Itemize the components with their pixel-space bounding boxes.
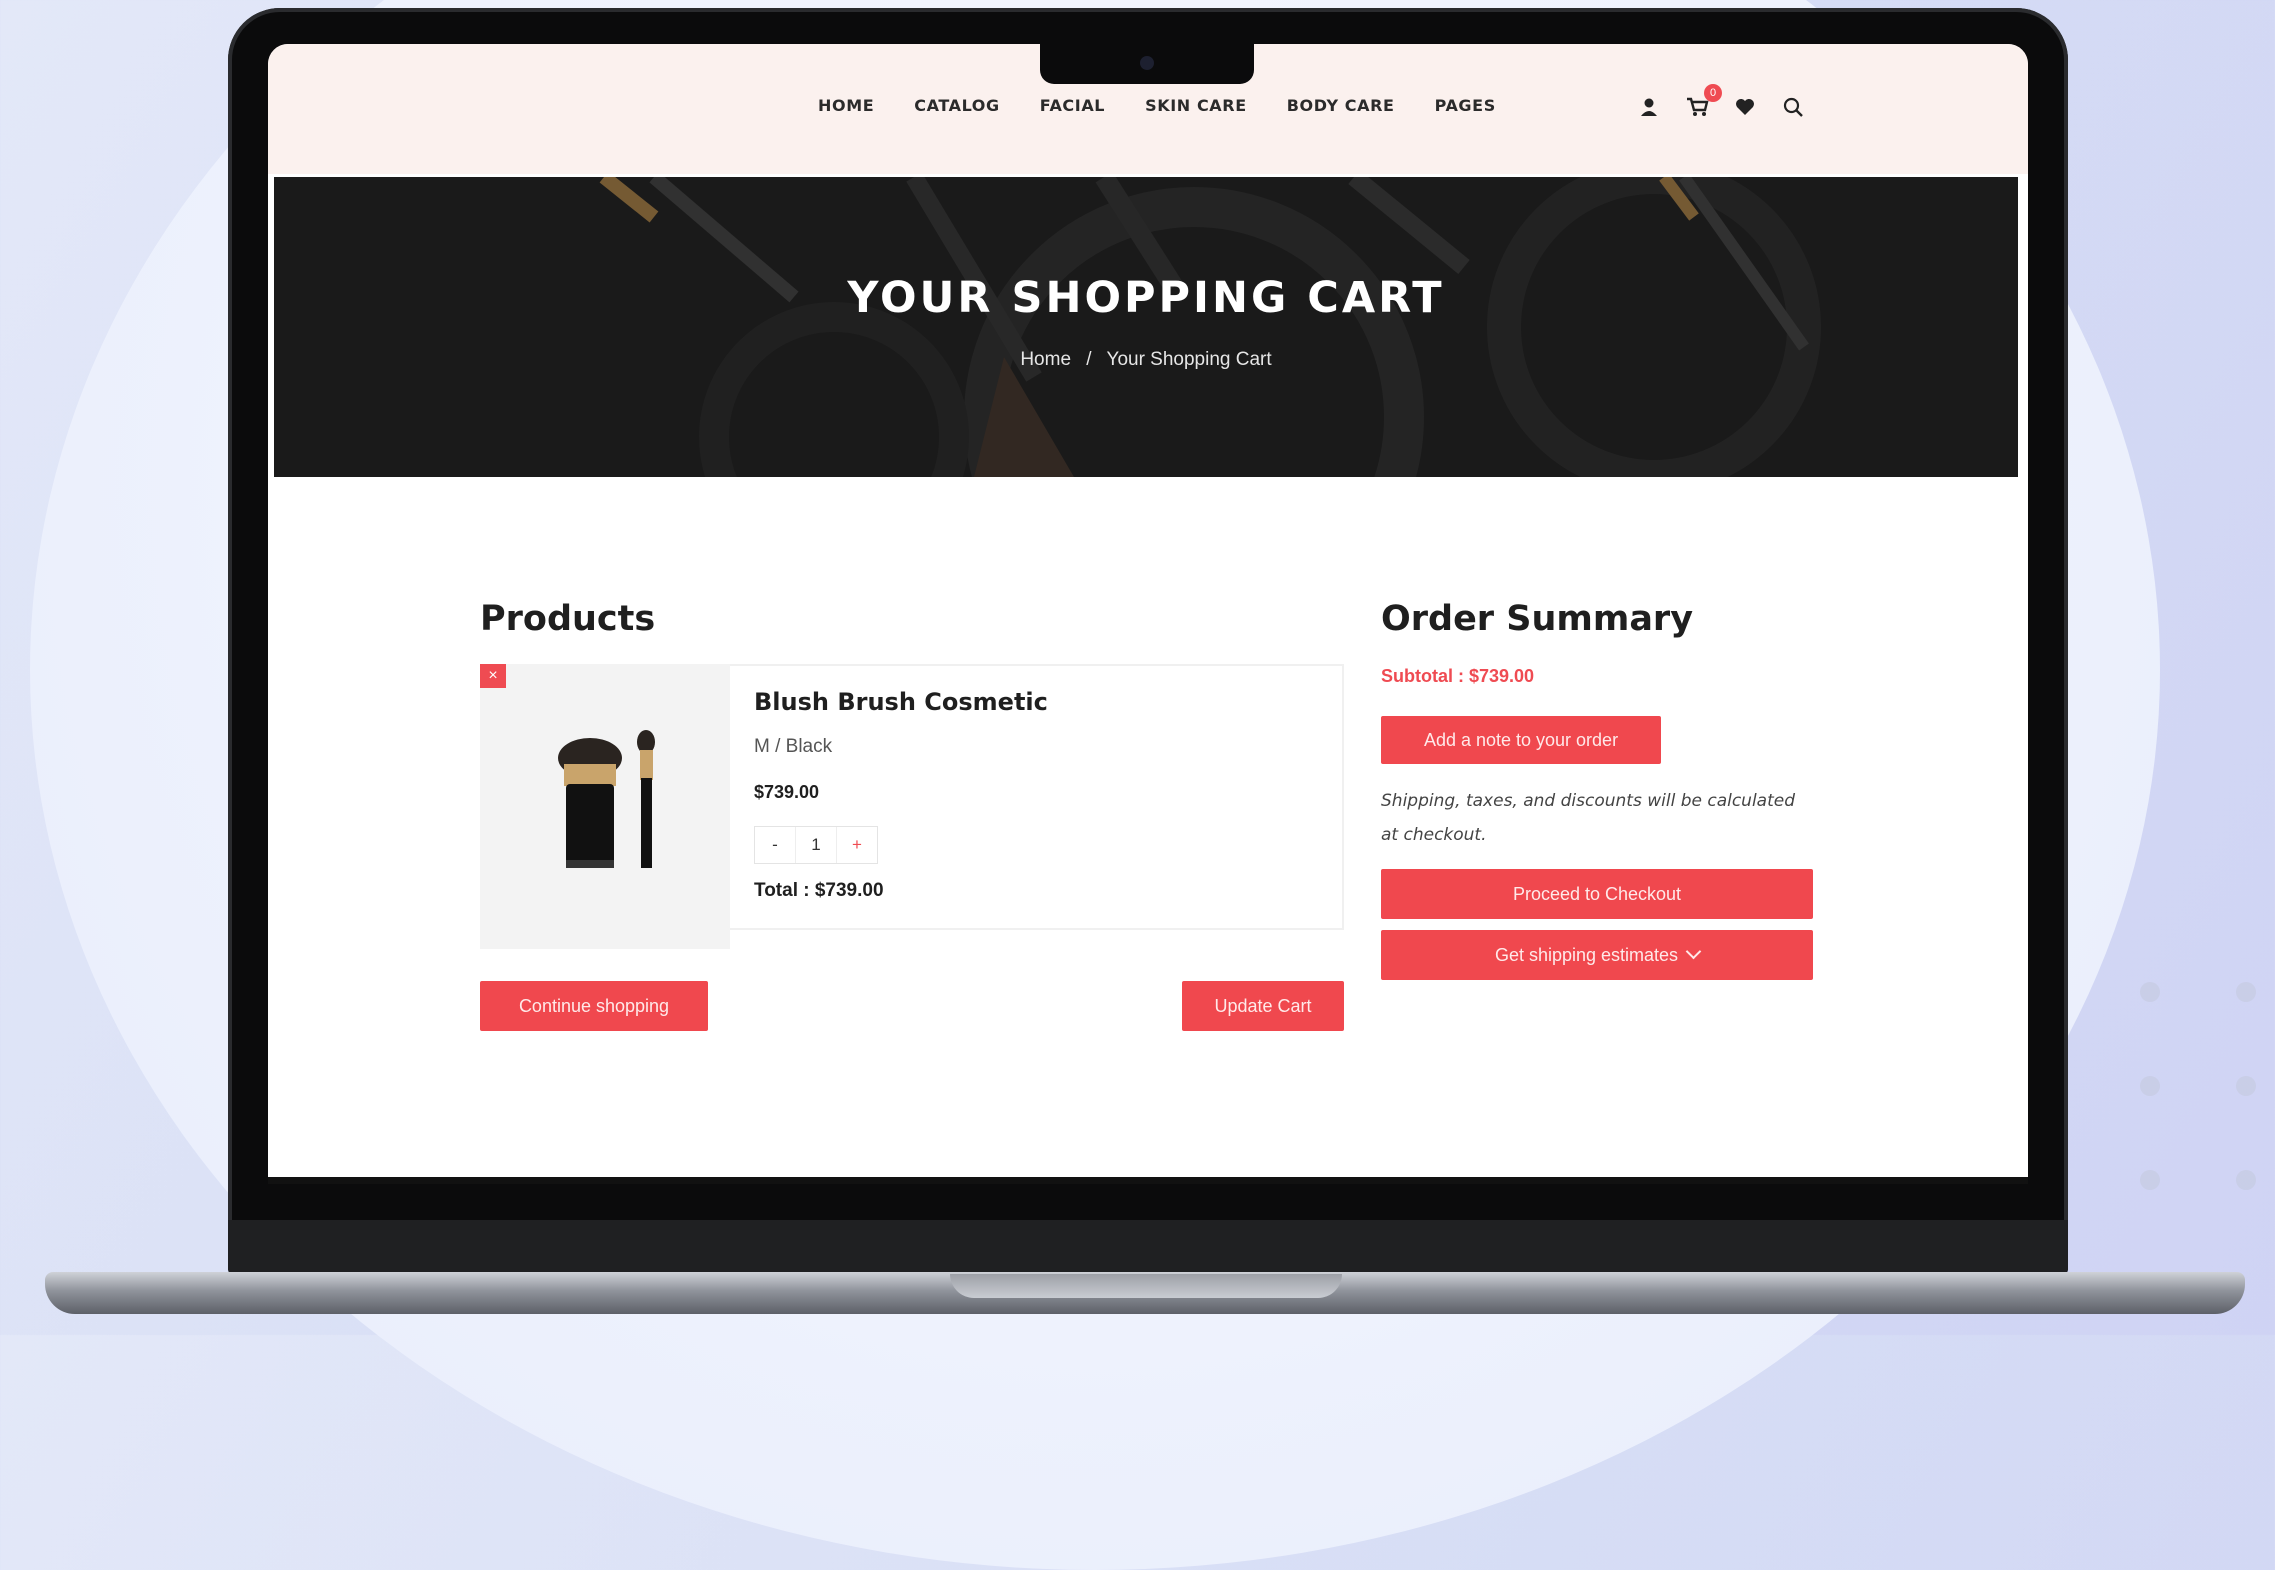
camera-icon [1140,56,1154,70]
page-title: YOUR SHOPPING CART [847,273,1445,323]
nav-skin-care[interactable]: SKIN CARE [1145,96,1247,115]
product-details: Blush Brush Cosmetic M / Black $739.00 -… [730,664,1344,930]
hero-banner: YOUR SHOPPING CART Home / Your Shopping … [274,177,2018,477]
shipping-note: Shipping, taxes, and discounts will be c… [1381,791,1796,845]
shipping-estimates-label: Get shipping estimates [1494,945,1679,965]
makeup-brushes-background [274,177,2018,477]
heart-icon[interactable] [1734,96,1756,118]
decorative-dots [2130,972,2270,1212]
add-note-button[interactable]: Add a note to your order [1381,716,1661,764]
subtotal-text: Subtotal : $739.00 [1381,666,1535,686]
nav-catalog[interactable]: CATALOG [914,96,1000,115]
chevron-down-icon [1685,943,1702,960]
product-name[interactable]: Blush Brush Cosmetic [754,688,1048,716]
line-total: Total : $739.00 [754,880,884,901]
breadcrumb-home-link[interactable]: Home [1020,349,1071,370]
shipping-estimates-button[interactable]: Get shipping estimates [1381,930,1813,980]
laptop-hinge [950,1274,1342,1298]
header-icons: 0 [1638,84,1804,118]
qty-decrease-button[interactable]: - [755,827,795,863]
product-variant: M / Black [754,736,833,757]
laptop-chin [228,1220,2068,1278]
user-icon[interactable] [1638,96,1660,118]
quantity-stepper: - 1 + [754,826,878,864]
update-cart-button[interactable]: Update Cart [1182,981,1344,1031]
main-nav: HOME CATALOG FACIAL SKIN CARE BODY CARE … [818,96,1536,115]
breadcrumb-separator: / [1086,349,1092,370]
nav-home[interactable]: HOME [818,96,874,115]
nav-facial[interactable]: FACIAL [1040,96,1105,115]
breadcrumb-current: Your Shopping Cart [1106,349,1272,370]
product-price: $739.00 [754,782,820,802]
product-image[interactable] [480,664,730,949]
nav-body-care[interactable]: BODY CARE [1287,96,1395,115]
order-summary-heading: Order Summary [1381,599,1694,639]
nav-pages[interactable]: PAGES [1435,96,1496,115]
brush-set-image [558,730,655,868]
cart-count-badge: 0 [1704,84,1722,102]
cart-item: × Blush Brush Cosmetic M / Black $739.00… [480,664,1344,949]
browser-screen: HOME CATALOG FACIAL SKIN CARE BODY CARE … [268,44,2028,1184]
footer-edge [268,1177,2028,1184]
continue-shopping-button[interactable]: Continue shopping [480,981,708,1031]
search-icon[interactable] [1782,96,1804,118]
remove-item-button[interactable]: × [480,664,506,688]
cart-icon[interactable]: 0 [1686,84,1722,118]
products-heading: Products [480,599,656,639]
proceed-to-checkout-button[interactable]: Proceed to Checkout [1381,869,1813,919]
qty-increase-button[interactable]: + [837,827,877,863]
qty-input[interactable]: 1 [795,827,837,863]
camera-notch [1040,44,1254,84]
breadcrumb: Home / Your Shopping Cart [274,349,2018,371]
